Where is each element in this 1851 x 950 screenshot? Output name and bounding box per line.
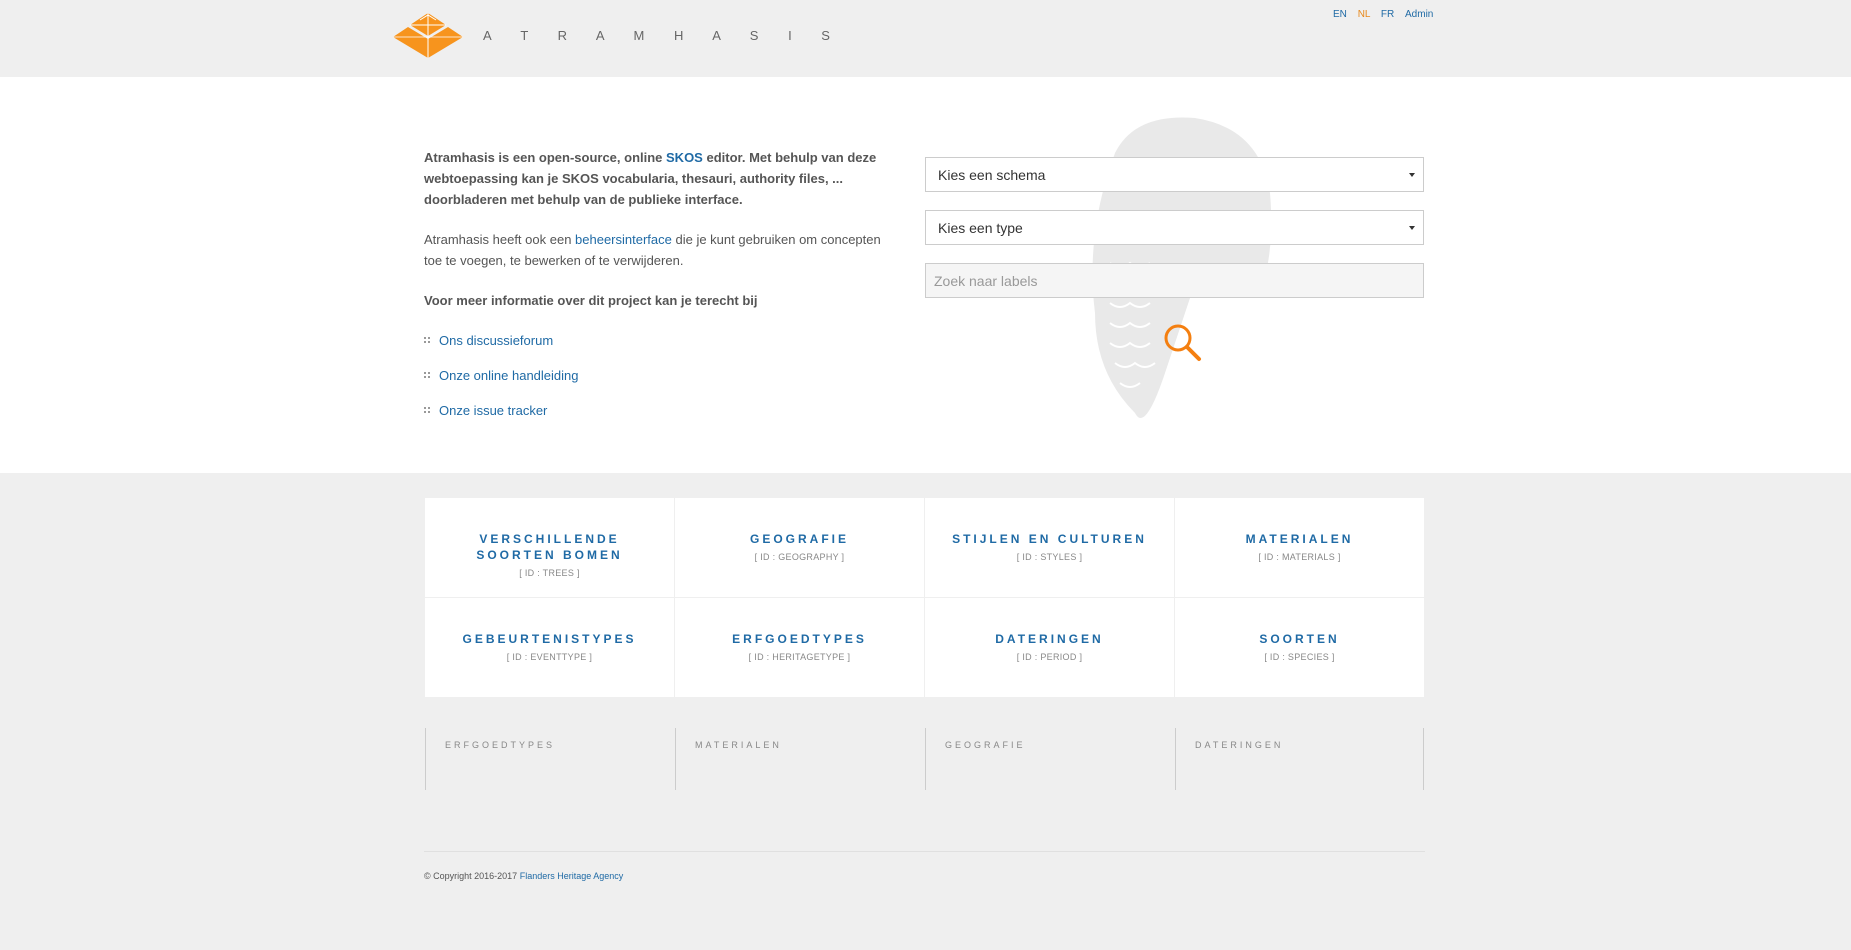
type-select[interactable]: Kies een type bbox=[925, 210, 1424, 245]
skos-link[interactable]: SKOS bbox=[666, 150, 703, 165]
scheme-id: [ ID : MATERIALS ] bbox=[1258, 552, 1341, 562]
flanders-heritage-link[interactable]: Flanders Heritage Agency bbox=[520, 871, 624, 881]
scheme-id: [ ID : STYLES ] bbox=[1016, 552, 1083, 562]
scheme-id: [ ID : TREES ] bbox=[519, 568, 580, 578]
scheme-card-eventtype[interactable]: GEBEURTENISTYPES [ ID : EVENTTYPE ] bbox=[425, 598, 674, 697]
magnifier-icon bbox=[1164, 324, 1201, 361]
grid-bullet-icon bbox=[424, 337, 431, 344]
intro-paragraph-2: Atramhasis heeft ook een beheersinterfac… bbox=[424, 232, 881, 268]
scheme-id: [ ID : HERITAGETYPE ] bbox=[748, 652, 851, 662]
handleiding-link[interactable]: Onze online handleiding bbox=[439, 365, 579, 386]
recent-column-materialen: MATERIALEN bbox=[675, 728, 924, 790]
hero-section: Atramhasis is een open-source, online SK… bbox=[0, 77, 1851, 473]
lang-fr-link[interactable]: FR bbox=[1381, 9, 1394, 20]
scheme-id: [ ID : PERIOD ] bbox=[1016, 652, 1083, 662]
language-switcher: EN NL FR Admin bbox=[1333, 9, 1433, 20]
recent-column-heading: MATERIALEN bbox=[695, 740, 782, 750]
caret-down-icon bbox=[1409, 226, 1415, 230]
lang-en-link[interactable]: EN bbox=[1333, 9, 1347, 20]
schema-select[interactable]: Kies een schema bbox=[925, 157, 1424, 192]
list-item: Onze issue tracker bbox=[424, 400, 902, 421]
scheme-title: GEBEURTENISTYPES bbox=[462, 632, 637, 646]
scheme-id: [ ID : SPECIES ] bbox=[1264, 652, 1335, 662]
scheme-title: DATERINGEN bbox=[995, 632, 1104, 646]
recent-column-heading: GEOGRAFIE bbox=[945, 740, 1026, 750]
footer-divider bbox=[424, 851, 1425, 852]
intro-paragraph-1: Atramhasis is een open-source, online SK… bbox=[424, 150, 877, 207]
intro-text: Atramhasis is een open-source, online SK… bbox=[424, 147, 902, 435]
recent-column-heading: ERFGOEDTYPES bbox=[445, 740, 556, 750]
info-links-list: Ons discussieforum Onze online handleidi… bbox=[424, 330, 902, 421]
scheme-card-heritagetype[interactable]: ERFGOEDTYPES [ ID : HERITAGETYPE ] bbox=[675, 598, 924, 697]
issue-tracker-link[interactable]: Onze issue tracker bbox=[439, 400, 547, 421]
scheme-title: GEOGRAFIE bbox=[749, 532, 849, 546]
scheme-title: STIJLEN EN CULTUREN bbox=[952, 532, 1147, 546]
discussieforum-link[interactable]: Ons discussieforum bbox=[439, 330, 553, 351]
grid-bullet-icon bbox=[424, 407, 431, 414]
scheme-card-species[interactable]: SOORTEN [ ID : SPECIES ] bbox=[1175, 598, 1424, 697]
scheme-id: [ ID : EVENTTYPE ] bbox=[506, 652, 593, 662]
recent-column-heading: DATERINGEN bbox=[1195, 740, 1284, 750]
scheme-card-period[interactable]: DATERINGEN [ ID : PERIOD ] bbox=[925, 598, 1174, 697]
scheme-card-materials[interactable]: MATERIALEN [ ID : MATERIALS ] bbox=[1175, 498, 1424, 597]
grid-bullet-icon bbox=[424, 372, 431, 379]
scheme-id: [ ID : GEOGRAPHY ] bbox=[754, 552, 845, 562]
scheme-title: ERFGOEDTYPES bbox=[732, 632, 867, 646]
admin-link[interactable]: Admin bbox=[1405, 9, 1433, 20]
scheme-title: MATERIALEN bbox=[1245, 532, 1354, 546]
scheme-title: VERSCHILLENDE SOORTEN BOMEN bbox=[476, 532, 623, 562]
label-search-input[interactable]: Zoek naar labels bbox=[925, 263, 1424, 298]
intro-paragraph-3: Voor meer informatie over dit project ka… bbox=[424, 293, 758, 308]
list-item: Ons discussieforum bbox=[424, 330, 902, 351]
scheme-title: SOORTEN bbox=[1259, 632, 1340, 646]
copyright-text: © Copyright 2016-2017 bbox=[424, 871, 520, 881]
list-item: Onze online handleiding bbox=[424, 365, 902, 386]
recent-column-geografie: GEOGRAFIE bbox=[925, 728, 1174, 790]
brand-name: A T R A M H A S I S bbox=[483, 28, 843, 43]
lang-nl-link[interactable]: NL bbox=[1358, 9, 1370, 20]
beheersinterface-link[interactable]: beheersinterface bbox=[575, 232, 672, 247]
recent-column-erfgoedtypes: ERFGOEDTYPES bbox=[425, 728, 674, 790]
scheme-card-geography[interactable]: GEOGRAFIE [ ID : GEOGRAPHY ] bbox=[675, 498, 924, 597]
scheme-card-styles[interactable]: STIJLEN EN CULTUREN [ ID : STYLES ] bbox=[925, 498, 1174, 597]
top-bar: A T R A M H A S I S EN NL FR Admin bbox=[0, 0, 1851, 77]
recent-column-dateringen: DATERINGEN bbox=[1175, 728, 1424, 790]
footer: © Copyright 2016-2017 Flanders Heritage … bbox=[424, 871, 623, 881]
caret-down-icon bbox=[1409, 173, 1415, 177]
search-button[interactable] bbox=[1163, 323, 1203, 368]
atramhasis-logo-icon[interactable] bbox=[393, 12, 463, 63]
scheme-card-trees[interactable]: VERSCHILLENDE SOORTEN BOMEN [ ID : TREES… bbox=[425, 498, 674, 597]
